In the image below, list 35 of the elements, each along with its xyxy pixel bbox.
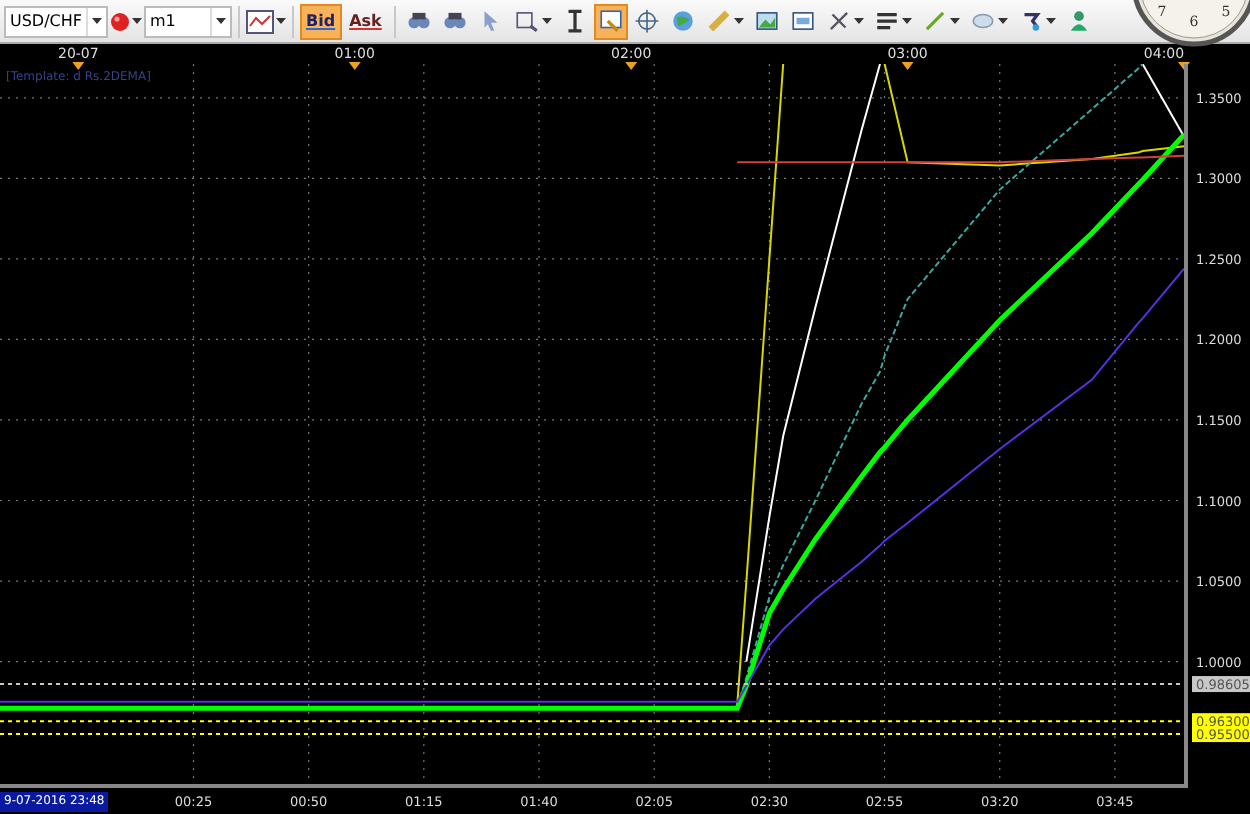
line-icon [921,8,948,34]
time-marker-icon [625,62,638,70]
ruler-icon [705,8,732,34]
time-marker-icon [348,62,361,70]
caret-icon[interactable] [132,18,142,24]
ask-button[interactable]: Ask [343,3,388,39]
caret-icon[interactable] [92,18,102,24]
window-icon [789,8,816,34]
caret-icon[interactable] [901,18,912,24]
binoculars-icon [441,8,468,34]
caret-icon[interactable] [276,18,286,24]
tool-button[interactable] [593,3,628,39]
time-marker-icon [72,62,85,70]
caret-icon[interactable] [949,18,960,24]
bid-button[interactable]: Bid [300,3,342,39]
caret-icon[interactable] [541,18,552,24]
caret-icon[interactable] [997,18,1008,24]
caret-icon[interactable] [1045,18,1056,24]
chart-window-icon [597,8,624,34]
picture-icon [753,8,780,34]
time-marker-icon [901,62,914,70]
lines-icon [873,8,900,34]
period-dropdown[interactable]: m1 [144,5,232,37]
chart-type-icon[interactable] [246,9,274,33]
person-icon [1065,8,1092,34]
caret-icon[interactable] [733,18,744,24]
caret-icon[interactable] [853,18,864,24]
ball-icon[interactable] [110,11,130,31]
instrument-dropdown[interactable]: USD/CHF [4,5,108,37]
binoculars-icon [405,8,432,34]
globe-icon [669,8,696,34]
caret-icon[interactable] [216,18,226,24]
crosshair-icon [633,8,660,34]
magnifier-icon [513,8,540,34]
ellipse-icon [969,8,996,34]
